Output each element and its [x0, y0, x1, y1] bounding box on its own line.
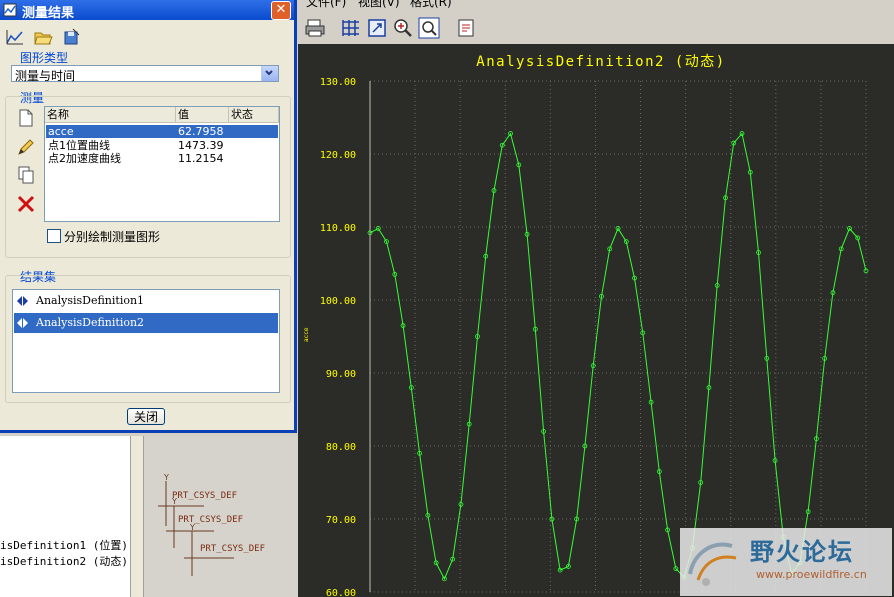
zoom-fit-icon[interactable]	[366, 17, 388, 39]
y-tick-label: 120.00	[320, 150, 356, 161]
measure-value: 11.2154	[178, 152, 224, 165]
result-set-name: AnalysisDefinition1	[36, 294, 145, 307]
new-graph-icon[interactable]	[5, 27, 25, 47]
forum-logo-icon	[688, 542, 737, 586]
edit-pencil-icon[interactable]	[16, 137, 36, 157]
graph-window: 文件(F) 视图(V) 格式(R) 130.00 120.00 110.00 1…	[298, 0, 894, 597]
csys-label: PRT_CSYS_DEF	[200, 544, 266, 554]
graph-type-value: 测量与时间	[15, 69, 76, 83]
y-tick-label: 100.00	[320, 296, 356, 307]
zoom-window-icon[interactable]	[418, 17, 440, 39]
menu-format[interactable]: 格式(R)	[410, 0, 452, 8]
y-tick-label: 70.00	[326, 515, 356, 526]
measure-row[interactable]: 点2加速度曲线 11.2154	[46, 152, 278, 165]
print-icon[interactable]	[304, 17, 326, 39]
save-results-icon[interactable]	[62, 27, 82, 47]
graph-type-select[interactable]: 测量与时间	[11, 65, 279, 83]
csys-label: PRT_CSYS_DEF	[172, 491, 238, 501]
menu-view[interactable]: 视图(V)	[358, 0, 400, 8]
menu-file[interactable]: 文件(F)	[306, 0, 346, 8]
result-set-item[interactable]: AnalysisDefinition1	[14, 291, 278, 311]
svg-text:Y: Y	[163, 473, 169, 482]
measure-value: 1473.39	[178, 139, 224, 152]
separate-plot-label: 分别绘制测量图形	[64, 230, 161, 244]
measure-name: 点2加速度曲线	[48, 152, 121, 165]
y-tick-label: 60.00	[326, 588, 356, 597]
export-icon[interactable]	[456, 17, 478, 39]
watermark-url: www.proewildfire.cn	[756, 568, 867, 581]
measure-results-dialog: 测量结果 ✕ 图形类型 测量与时间 测量 名称 值 状态 acce 62.795…	[0, 0, 297, 433]
y-axis-label: acce	[303, 327, 310, 342]
close-button[interactable]: 关闭	[127, 408, 165, 425]
model-viewport[interactable]: Y Y Y PRT_CSYS_DEF PRT_CSYS_DEF PRT_CSYS…	[144, 436, 298, 597]
chart-svg: 130.00 120.00 110.00 100.00 90.00 80.00 70.00 6…	[303, 54, 869, 597]
column-header-value[interactable]: 值	[176, 107, 229, 122]
zoom-in-icon[interactable]	[392, 17, 414, 39]
measure-row[interactable]: 点1位置曲线 1473.39	[46, 139, 278, 152]
close-window-button[interactable]: ✕	[271, 1, 291, 20]
grid-icon[interactable]	[340, 17, 362, 39]
measure-list[interactable]: 名称 值 状态 acce 62.7958 点1位置曲线 1473.39 点2加速…	[44, 106, 280, 222]
result-set-name: AnalysisDefinition2	[36, 316, 145, 329]
chart-area[interactable]: 130.00 120.00 110.00 100.00 90.00 80.00 70.00 6…	[298, 44, 894, 597]
graph-menubar: 文件(F) 视图(V) 格式(R)	[298, 0, 894, 8]
chart-window-icon	[3, 3, 17, 17]
dropdown-arrow[interactable]	[261, 66, 278, 81]
measure-row[interactable]: acce 62.7958	[46, 125, 278, 138]
dialog-titlebar[interactable]: 测量结果 ✕	[0, 0, 294, 21]
measure-list-header: 名称 值 状态	[45, 107, 279, 123]
panel-splitter[interactable]	[130, 436, 144, 597]
y-tick-label: 110.00	[320, 223, 356, 234]
chart-title: AnalysisDefinition2 (动态)	[476, 54, 725, 70]
y-tick-label: 130.00	[320, 77, 356, 88]
result-set-item[interactable]: AnalysisDefinition2	[14, 313, 278, 333]
measure-name: acce	[48, 125, 74, 138]
y-tick-label: 80.00	[326, 442, 356, 453]
delete-icon[interactable]	[16, 194, 36, 214]
dialog-title: 测量结果	[22, 6, 75, 21]
measure-name: 点1位置曲线	[48, 139, 110, 152]
column-header-name[interactable]: 名称	[45, 107, 176, 122]
column-header-status[interactable]: 状态	[229, 107, 279, 122]
graph-toolbar	[298, 12, 894, 42]
watermark: 野火论坛 www.proewildfire.cn	[680, 528, 892, 596]
copy-measure-icon[interactable]	[16, 165, 36, 185]
open-folder-icon[interactable]	[33, 27, 53, 47]
watermark-title: 野火论坛	[750, 538, 854, 566]
result-set-list[interactable]: AnalysisDefinition1 AnalysisDefinition2	[12, 289, 280, 393]
series-line	[369, 132, 867, 581]
result-set-icon	[17, 296, 28, 306]
measure-value: 62.7958	[178, 125, 224, 138]
chevron-down-icon	[265, 70, 273, 76]
y-tick-label: 90.00	[326, 369, 356, 380]
new-measure-icon[interactable]	[16, 108, 36, 128]
csys-label: PRT_CSYS_DEF	[178, 515, 244, 525]
separate-plot-checkbox[interactable]	[47, 229, 61, 243]
model-tree[interactable]: isDefinition1 (位置) isDefinition2 (动态)	[0, 436, 130, 597]
graph-type-label: 图形类型	[20, 51, 69, 65]
result-set-icon	[17, 318, 28, 328]
tree-item[interactable]: isDefinition1 (位置)	[0, 537, 128, 553]
tree-item[interactable]: isDefinition2 (动态)	[0, 553, 128, 569]
